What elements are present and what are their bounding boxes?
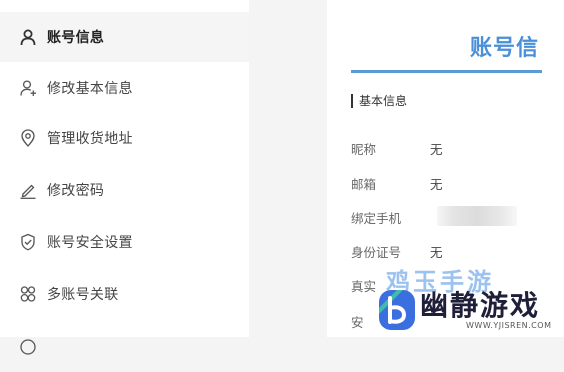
field-value-email: 无 bbox=[430, 177, 443, 192]
location-pin-icon bbox=[19, 129, 37, 147]
sidebar-item-label: 修改密码 bbox=[47, 183, 105, 199]
shield-check-icon bbox=[19, 233, 37, 251]
user-icon bbox=[19, 28, 37, 46]
watermark-brand: 幽静游戏 bbox=[420, 289, 541, 322]
field-label-phone: 绑定手机 bbox=[351, 211, 402, 226]
title-underline bbox=[351, 70, 542, 73]
circle-icon bbox=[19, 338, 37, 356]
field-label-partial: 安 bbox=[351, 315, 364, 330]
sidebar-item-account-info[interactable]: 账号信息 bbox=[0, 12, 249, 62]
field-label-real-name: 真实 bbox=[351, 279, 377, 294]
sidebar-item-label: 修改基本信息 bbox=[47, 81, 133, 97]
field-value-phone-blurred bbox=[437, 206, 517, 226]
field-value-id-number: 无 bbox=[430, 245, 443, 260]
watermark-url: WWW.YJISREN.COM bbox=[466, 321, 552, 330]
link-accounts-icon bbox=[19, 285, 37, 303]
sidebar: 账号信息 修改基本信息 管理收货地址 修改密码 账号安全设置 多账号关联 bbox=[0, 0, 249, 355]
sidebar-item-edit-basic-info[interactable]: 修改基本信息 bbox=[0, 63, 249, 113]
sidebar-item-multi-account[interactable]: 多账号关联 bbox=[0, 269, 249, 319]
sidebar-item-label: 多账号关联 bbox=[47, 287, 119, 303]
sidebar-item-label: 账号信息 bbox=[47, 30, 105, 46]
sidebar-item-label: 账号安全设置 bbox=[47, 235, 133, 251]
page-title: 账号信 bbox=[470, 36, 540, 61]
sidebar-item-partial[interactable] bbox=[0, 322, 249, 372]
field-label-nickname: 昵称 bbox=[351, 142, 377, 157]
sidebar-item-security-settings[interactable]: 账号安全设置 bbox=[0, 217, 249, 267]
field-label-email: 邮箱 bbox=[351, 177, 377, 192]
sidebar-item-manage-address[interactable]: 管理收货地址 bbox=[0, 113, 249, 163]
pencil-icon bbox=[19, 181, 37, 199]
field-value-nickname: 无 bbox=[430, 142, 443, 157]
sidebar-item-change-password[interactable]: 修改密码 bbox=[0, 165, 249, 215]
watermark-logo-icon bbox=[377, 288, 417, 332]
user-plus-icon bbox=[19, 79, 37, 97]
field-label-id-number: 身份证号 bbox=[351, 245, 402, 260]
sidebar-item-label: 管理收货地址 bbox=[47, 131, 133, 147]
section-title: 基本信息 bbox=[351, 94, 407, 108]
